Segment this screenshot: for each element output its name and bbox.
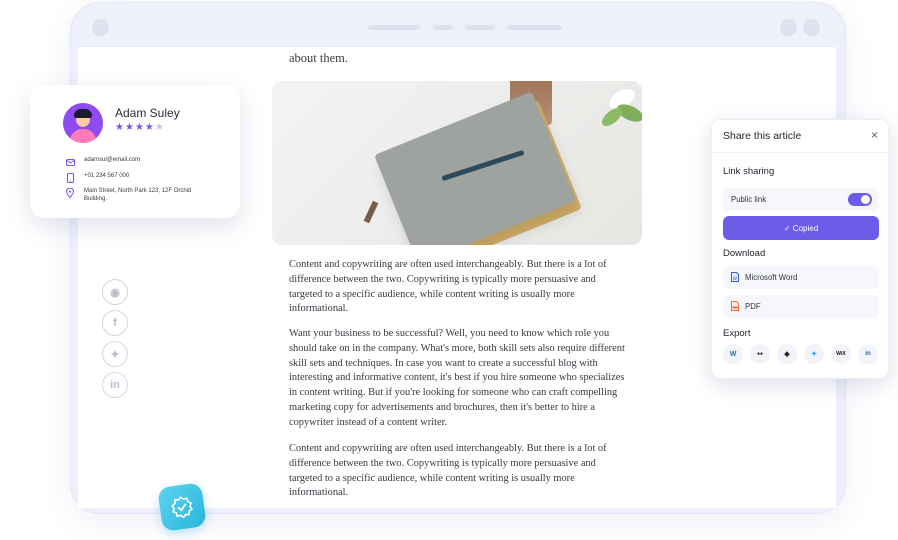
copy-link-button[interactable]: ✓ Copied	[723, 216, 879, 240]
window-dot	[803, 19, 820, 36]
reddit-share-button[interactable]: ◉	[102, 279, 128, 305]
link-sharing-heading: Link sharing	[723, 166, 775, 177]
close-icon[interactable]: ×	[871, 128, 878, 142]
share-panel-header: Share this article ×	[712, 120, 888, 153]
export-heading: Export	[723, 328, 751, 339]
word-file-icon: W	[731, 271, 739, 284]
share-panel-title: Share this article	[723, 130, 802, 142]
profile-address: Main Street, North Park 123, 12F Orchid …	[84, 188, 192, 202]
notebook-ribbon	[363, 200, 379, 224]
svg-text:W: W	[733, 276, 738, 282]
verified-badge	[157, 482, 207, 532]
reddit-icon: ◉	[110, 286, 120, 299]
linkedin-share-button[interactable]: in	[102, 372, 128, 398]
browser-toolbar	[78, 10, 836, 46]
star-icon: ★	[124, 122, 135, 133]
profile-phone[interactable]: +01 234 567 000	[84, 173, 204, 181]
profile-address-row: Main Street, North Park 123, 12F Orchid …	[65, 188, 204, 203]
article-paragraph: Content and copywriting are often used i…	[289, 259, 607, 315]
public-link-label: Public link	[731, 195, 767, 204]
wordpress-icon: W	[729, 350, 737, 358]
export-ghost-button[interactable]: ◆	[777, 344, 797, 364]
rating-stars: ★★★★★	[115, 122, 165, 133]
toolbar-bar	[507, 25, 562, 30]
export-twitter-button[interactable]: ✦	[804, 344, 824, 364]
star-icon: ★	[154, 122, 165, 133]
share-panel: Share this article × Link sharing Public…	[711, 119, 889, 379]
facebook-icon: f	[113, 317, 117, 329]
public-link-toggle[interactable]	[848, 193, 872, 206]
ghost-icon: ◆	[784, 351, 790, 358]
phone-icon	[65, 173, 75, 183]
profile-email[interactable]: adamsul@email.com	[84, 157, 204, 165]
article-paragraph: Content and copywriting are often used i…	[289, 443, 607, 499]
verified-check-icon	[171, 495, 194, 519]
export-linkedin-button[interactable]: in	[858, 344, 878, 364]
export-wix-button[interactable]: WiX	[831, 344, 851, 364]
profile-name: Adam Suley	[115, 106, 180, 120]
linkedin-icon: in	[110, 379, 120, 391]
mail-icon	[65, 157, 75, 167]
profile-phone-row: +01 234 567 000	[65, 173, 204, 183]
export-medium-button[interactable]: ●●	[750, 344, 770, 364]
article-intro-tail: about them.	[289, 51, 349, 65]
toolbar-bar	[368, 25, 420, 30]
facebook-share-button[interactable]: f	[102, 310, 128, 336]
twitter-icon: ✦	[811, 351, 817, 358]
toolbar-bar	[433, 25, 453, 30]
pdf-file-icon	[731, 300, 739, 313]
toolbar-bar	[465, 25, 495, 30]
download-word-label: Microsoft Word	[745, 273, 798, 282]
star-icon: ★	[134, 122, 145, 133]
star-icon: ★	[144, 122, 155, 133]
flower-leaves	[602, 89, 642, 126]
window-dot	[92, 19, 109, 36]
public-link-row: Public link	[723, 188, 879, 211]
avatar	[63, 103, 103, 143]
article-hero-image	[272, 81, 642, 245]
download-pdf-button[interactable]: PDF	[723, 295, 879, 318]
location-pin-icon	[65, 188, 75, 198]
wix-icon: WiX	[836, 351, 846, 357]
download-pdf-label: PDF	[745, 302, 761, 311]
star-icon: ★	[115, 122, 125, 133]
download-heading: Download	[723, 248, 766, 259]
medium-icon: ●●	[756, 351, 764, 357]
linkedin-icon: in	[865, 351, 871, 357]
twitter-icon: ✦	[110, 348, 120, 361]
download-word-button[interactable]: W Microsoft Word	[723, 266, 879, 289]
twitter-share-button[interactable]: ✦	[102, 341, 128, 367]
profile-email-row: adamsul@email.com	[65, 157, 204, 167]
window-dot	[780, 19, 797, 36]
profile-card: Adam Suley ★★★★★ adamsul@email.com +01 2…	[30, 85, 240, 218]
export-wordpress-button[interactable]: W	[723, 344, 743, 364]
article-paragraph: Want your business to be successful? Wel…	[289, 328, 625, 428]
